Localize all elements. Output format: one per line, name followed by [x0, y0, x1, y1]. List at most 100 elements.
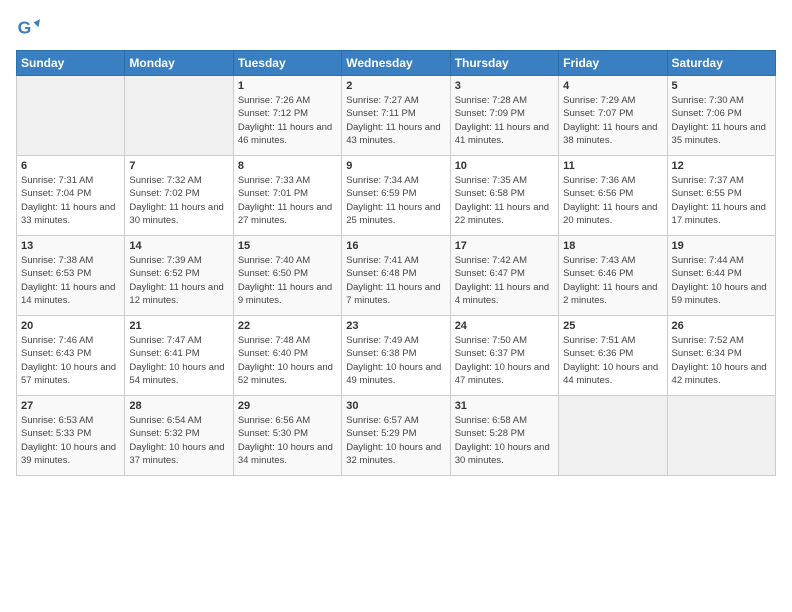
column-header-thursday: Thursday — [450, 51, 558, 76]
day-info: Sunrise: 6:54 AMSunset: 5:32 PMDaylight:… — [129, 414, 228, 467]
day-info: Sunrise: 7:39 AMSunset: 6:52 PMDaylight:… — [129, 254, 228, 307]
day-info: Sunrise: 7:52 AMSunset: 6:34 PMDaylight:… — [672, 334, 771, 387]
calendar-cell: 1 Sunrise: 7:26 AMSunset: 7:12 PMDaylight… — [233, 76, 341, 156]
day-number: 19 — [672, 240, 771, 252]
day-number: 27 — [21, 400, 120, 412]
day-number: 7 — [129, 160, 228, 172]
calendar-cell: 3Sunrise: 7:28 AMSunset: 7:09 PMDaylight… — [450, 76, 558, 156]
day-number: 11 — [563, 160, 662, 172]
day-info: Sunrise: 7:26 AMSunset: 7:12 PMDaylight:… — [238, 94, 337, 147]
logo: G — [16, 16, 44, 40]
day-number: 12 — [672, 160, 771, 172]
calendar-cell: 24 Sunrise: 7:50 AMSunset: 6:37 PMDayligh… — [450, 316, 558, 396]
column-header-friday: Friday — [559, 51, 667, 76]
day-info: Sunrise: 7:51 AMSunset: 6:36 PMDaylight:… — [563, 334, 662, 387]
day-number: 13 — [21, 240, 120, 252]
calendar-cell: 21 Sunrise: 7:47 AMSunset: 6:41 PMDayligh… — [125, 316, 233, 396]
column-header-saturday: Saturday — [667, 51, 775, 76]
day-info: Sunrise: 7:33 AMSunset: 7:01 PMDaylight:… — [238, 174, 337, 227]
day-number: 10 — [455, 160, 554, 172]
day-info: Sunrise: 6:58 AMSunset: 5:28 PMDaylight:… — [455, 414, 554, 467]
day-info: Sunrise: 7:47 AMSunset: 6:41 PMDaylight:… — [129, 334, 228, 387]
calendar-cell: 17Sunrise: 7:42 AMSunset: 6:47 PMDayligh… — [450, 236, 558, 316]
calendar-cell: 26Sunrise: 7:52 AMSunset: 6:34 PMDayligh… — [667, 316, 775, 396]
calendar-cell: 30Sunrise: 6:57 AMSunset: 5:29 PMDayligh… — [342, 396, 450, 476]
week-row-3: 13 Sunrise: 7:38 AMSunset: 6:53 PMDayligh… — [17, 236, 776, 316]
day-info: Sunrise: 7:35 AMSunset: 6:58 PMDaylight:… — [455, 174, 554, 227]
day-info: Sunrise: 7:43 AMSunset: 6:46 PMDaylight:… — [563, 254, 662, 307]
column-header-sunday: Sunday — [17, 51, 125, 76]
day-info: Sunrise: 7:42 AMSunset: 6:47 PMDaylight:… — [455, 254, 554, 307]
calendar-cell: 6 Sunrise: 7:31 AMSunset: 7:04 PMDaylight… — [17, 156, 125, 236]
calendar-cell — [125, 76, 233, 156]
calendar-cell: 14 Sunrise: 7:39 AMSunset: 6:52 PMDayligh… — [125, 236, 233, 316]
day-number: 1 — [238, 80, 337, 92]
calendar-cell: 11 Sunrise: 7:36 AMSunset: 6:56 PMDayligh… — [559, 156, 667, 236]
column-header-tuesday: Tuesday — [233, 51, 341, 76]
day-info: Sunrise: 6:56 AMSunset: 5:30 PMDaylight:… — [238, 414, 337, 467]
calendar-cell: 13 Sunrise: 7:38 AMSunset: 6:53 PMDayligh… — [17, 236, 125, 316]
calendar-cell: 19 Sunrise: 7:44 AMSunset: 6:44 PMDayligh… — [667, 236, 775, 316]
day-info: Sunrise: 7:29 AMSunset: 7:07 PMDaylight:… — [563, 94, 662, 147]
calendar-cell: 16 Sunrise: 7:41 AMSunset: 6:48 PMDayligh… — [342, 236, 450, 316]
day-info: Sunrise: 7:32 AMSunset: 7:02 PMDaylight:… — [129, 174, 228, 227]
day-number: 18 — [563, 240, 662, 252]
day-info: Sunrise: 7:31 AMSunset: 7:04 PMDaylight:… — [21, 174, 120, 227]
calendar-cell: 27 Sunrise: 6:53 AMSunset: 5:33 PMDayligh… — [17, 396, 125, 476]
day-number: 6 — [21, 160, 120, 172]
day-info: Sunrise: 7:38 AMSunset: 6:53 PMDaylight:… — [21, 254, 120, 307]
week-row-2: 6 Sunrise: 7:31 AMSunset: 7:04 PMDaylight… — [17, 156, 776, 236]
calendar-cell: 18 Sunrise: 7:43 AMSunset: 6:46 PMDayligh… — [559, 236, 667, 316]
day-info: Sunrise: 7:30 AMSunset: 7:06 PMDaylight:… — [672, 94, 771, 147]
calendar-cell: 2 Sunrise: 7:27 AMSunset: 7:11 PMDaylight… — [342, 76, 450, 156]
day-info: Sunrise: 6:53 AMSunset: 5:33 PMDaylight:… — [21, 414, 120, 467]
calendar-cell: 25Sunrise: 7:51 AMSunset: 6:36 PMDayligh… — [559, 316, 667, 396]
header: G — [16, 16, 776, 40]
day-info: Sunrise: 7:37 AMSunset: 6:55 PMDaylight:… — [672, 174, 771, 227]
day-number: 28 — [129, 400, 228, 412]
day-number: 20 — [21, 320, 120, 332]
day-info: Sunrise: 7:34 AMSunset: 6:59 PMDaylight:… — [346, 174, 445, 227]
week-row-5: 27 Sunrise: 6:53 AMSunset: 5:33 PMDayligh… — [17, 396, 776, 476]
calendar-table: SundayMondayTuesdayWednesdayThursdayFrid… — [16, 50, 776, 476]
calendar-cell: 5Sunrise: 7:30 AMSunset: 7:06 PMDaylight… — [667, 76, 775, 156]
calendar-cell: 12 Sunrise: 7:37 AMSunset: 6:55 PMDayligh… — [667, 156, 775, 236]
day-info: Sunrise: 7:48 AMSunset: 6:40 PMDaylight:… — [238, 334, 337, 387]
day-number: 23 — [346, 320, 445, 332]
day-info: Sunrise: 7:40 AMSunset: 6:50 PMDaylight:… — [238, 254, 337, 307]
calendar-cell: 22 Sunrise: 7:48 AMSunset: 6:40 PMDayligh… — [233, 316, 341, 396]
day-number: 4 — [563, 80, 662, 92]
column-header-wednesday: Wednesday — [342, 51, 450, 76]
day-info: Sunrise: 7:41 AMSunset: 6:48 PMDaylight:… — [346, 254, 445, 307]
calendar-cell: 20 Sunrise: 7:46 AMSunset: 6:43 PMDayligh… — [17, 316, 125, 396]
calendar-cell: 28 Sunrise: 6:54 AMSunset: 5:32 PMDayligh… — [125, 396, 233, 476]
day-info: Sunrise: 7:27 AMSunset: 7:11 PMDaylight:… — [346, 94, 445, 147]
header-row: SundayMondayTuesdayWednesdayThursdayFrid… — [17, 51, 776, 76]
calendar-cell — [17, 76, 125, 156]
calendar-cell: 10 Sunrise: 7:35 AMSunset: 6:58 PMDayligh… — [450, 156, 558, 236]
calendar-cell: 15 Sunrise: 7:40 AMSunset: 6:50 PMDayligh… — [233, 236, 341, 316]
day-number: 14 — [129, 240, 228, 252]
calendar-cell: 8 Sunrise: 7:33 AMSunset: 7:01 PMDaylight… — [233, 156, 341, 236]
day-number: 29 — [238, 400, 337, 412]
day-info: Sunrise: 7:50 AMSunset: 6:37 PMDaylight:… — [455, 334, 554, 387]
day-info: Sunrise: 7:46 AMSunset: 6:43 PMDaylight:… — [21, 334, 120, 387]
calendar-cell: 31Sunrise: 6:58 AMSunset: 5:28 PMDayligh… — [450, 396, 558, 476]
calendar-cell — [667, 396, 775, 476]
day-number: 22 — [238, 320, 337, 332]
day-number: 8 — [238, 160, 337, 172]
day-number: 9 — [346, 160, 445, 172]
week-row-1: 1 Sunrise: 7:26 AMSunset: 7:12 PMDaylight… — [17, 76, 776, 156]
day-number: 24 — [455, 320, 554, 332]
calendar-cell: 7 Sunrise: 7:32 AMSunset: 7:02 PMDaylight… — [125, 156, 233, 236]
day-info: Sunrise: 7:44 AMSunset: 6:44 PMDaylight:… — [672, 254, 771, 307]
day-info: Sunrise: 6:57 AMSunset: 5:29 PMDaylight:… — [346, 414, 445, 467]
svg-text:G: G — [18, 18, 32, 38]
day-number: 21 — [129, 320, 228, 332]
day-info: Sunrise: 7:36 AMSunset: 6:56 PMDaylight:… — [563, 174, 662, 227]
day-number: 2 — [346, 80, 445, 92]
logo-icon: G — [16, 16, 40, 40]
day-number: 15 — [238, 240, 337, 252]
day-info: Sunrise: 7:49 AMSunset: 6:38 PMDaylight:… — [346, 334, 445, 387]
day-number: 16 — [346, 240, 445, 252]
